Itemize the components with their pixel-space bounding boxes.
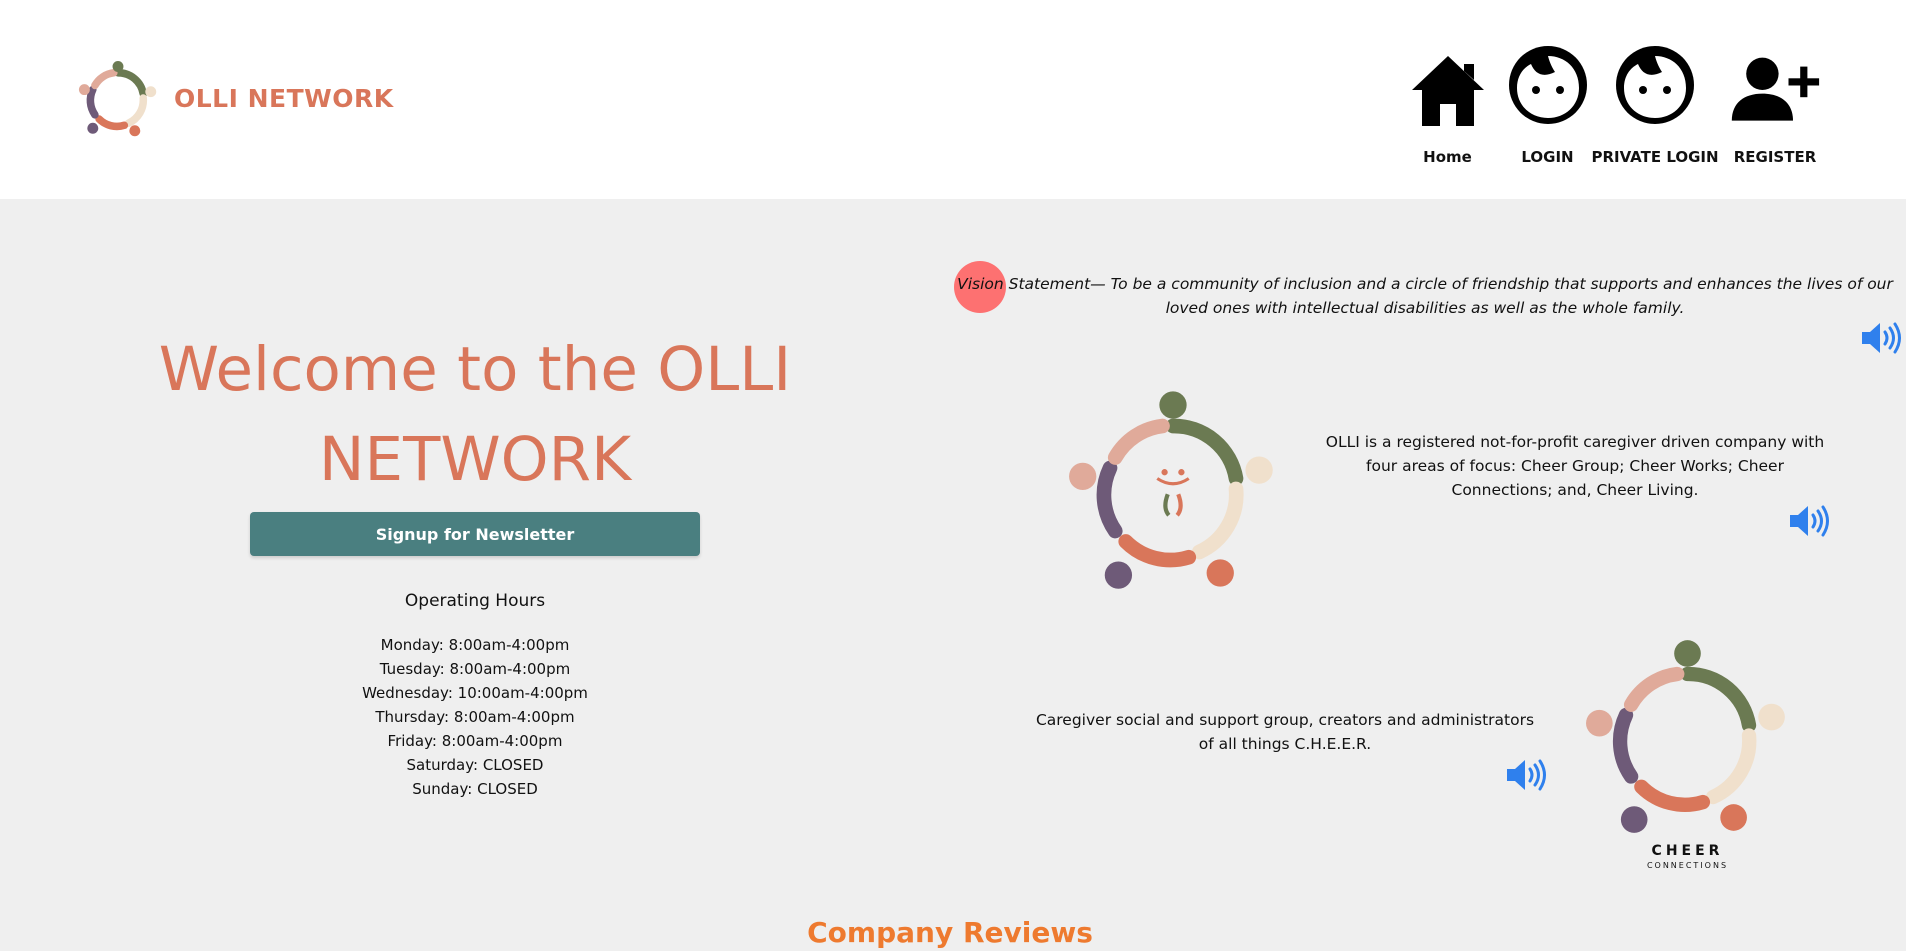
nav-private-login-label: PRIVATE LOGIN bbox=[1591, 148, 1719, 166]
olli-large-logo-icon bbox=[1069, 391, 1273, 589]
hours-item: Wednesday: 10:00am-4:00pm bbox=[362, 684, 588, 702]
brand-name: OLLI NETWORK bbox=[174, 83, 394, 113]
nav-register-label: REGISTER bbox=[1733, 148, 1817, 166]
nav-home[interactable]: Home bbox=[1400, 38, 1495, 166]
speaker-icon[interactable] bbox=[1505, 757, 1547, 798]
operating-hours-list: Monday: 8:00am-4:00pm Tuesday: 8:00am-4:… bbox=[250, 633, 700, 801]
speaker-icon[interactable] bbox=[1788, 503, 1830, 544]
vision-statement: Vision Statement— To be a community of i… bbox=[957, 275, 1893, 317]
hours-item: Saturday: CLOSED bbox=[406, 756, 544, 774]
nav-register[interactable]: REGISTER bbox=[1720, 38, 1830, 166]
speaker-icon[interactable] bbox=[1860, 320, 1902, 361]
hours-item: Friday: 8:00am-4:00pm bbox=[387, 732, 563, 750]
brand-logo-link[interactable]: OLLI NETWORK bbox=[76, 56, 394, 140]
cheer-logo-title: CHEER bbox=[1651, 843, 1724, 859]
cheer-logo-subtitle: CONNECTIONS bbox=[1646, 861, 1729, 870]
home-icon bbox=[1403, 38, 1493, 128]
hours-item: Monday: 8:00am-4:00pm bbox=[380, 636, 570, 654]
hours-item: Tuesday: 8:00am-4:00pm bbox=[379, 660, 571, 678]
hours-item: Thursday: 8:00am-4:00pm bbox=[375, 708, 575, 726]
face-icon bbox=[1610, 38, 1700, 128]
operating-hours-title: Operating Hours bbox=[404, 591, 546, 611]
cheer-logo-caption: CHEER CONNECTIONS bbox=[1560, 843, 1815, 870]
nav-login[interactable]: LOGIN bbox=[1500, 38, 1595, 166]
signup-newsletter-button[interactable]: Signup for Newsletter bbox=[250, 512, 700, 556]
cheer-description: Caregiver social and support group, crea… bbox=[1035, 711, 1535, 753]
nav-private-login[interactable]: PRIVATE LOGIN bbox=[1591, 38, 1719, 166]
add-user-icon bbox=[1730, 38, 1820, 128]
cheer-connections-logo-icon bbox=[1586, 640, 1785, 833]
hours-item: Sunday: CLOSED bbox=[412, 780, 538, 798]
site-header: OLLI NETWORK Home LOGIN PRIVATE LOGIN RE… bbox=[0, 0, 1906, 199]
company-reviews-heading: Company Reviews bbox=[807, 916, 1093, 949]
about-text: OLLI is a registered not-for-profit care… bbox=[1325, 433, 1825, 499]
welcome-heading: Welcome to the OLLI NETWORK bbox=[158, 334, 792, 495]
nav-home-label: Home bbox=[1423, 148, 1472, 166]
olli-logo-icon bbox=[78, 61, 157, 137]
face-icon bbox=[1503, 38, 1593, 128]
nav-login-label: LOGIN bbox=[1521, 148, 1574, 166]
